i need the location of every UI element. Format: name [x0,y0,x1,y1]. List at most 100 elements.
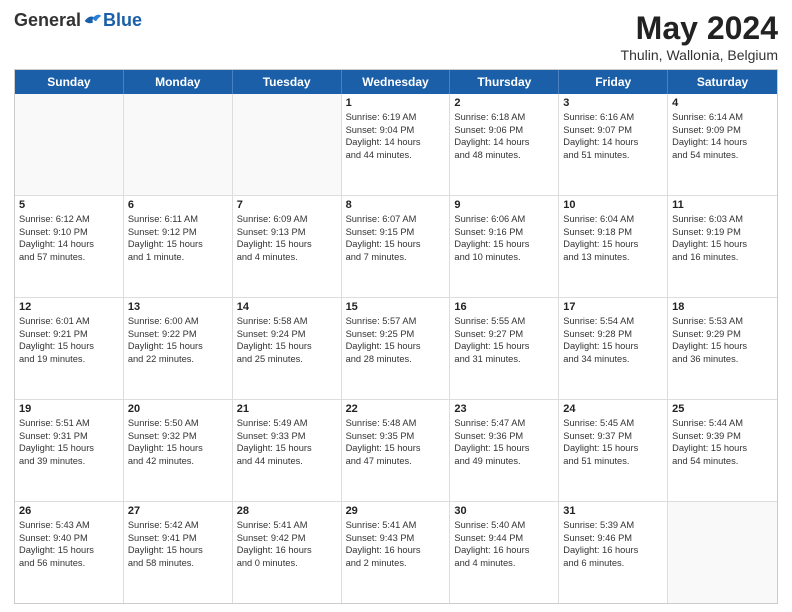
day-number: 10 [563,199,663,211]
cell-info-line: Sunset: 9:19 PM [672,226,773,239]
cell-info-line: Daylight: 14 hours [563,136,663,149]
logo: General Blue [14,10,142,31]
cell-info-line: Sunrise: 5:43 AM [19,519,119,532]
day-number: 12 [19,301,119,313]
cell-info-line: and 0 minutes. [237,557,337,570]
cell-info-line: Sunrise: 6:16 AM [563,111,663,124]
day-number: 20 [128,403,228,415]
calendar-cell: 10Sunrise: 6:04 AMSunset: 9:18 PMDayligh… [559,196,668,297]
cell-info-line: Sunset: 9:37 PM [563,430,663,443]
cell-info-line: Sunrise: 5:55 AM [454,315,554,328]
cell-info-line: Sunset: 9:31 PM [19,430,119,443]
month-title: May 2024 [621,10,778,47]
calendar-cell: 20Sunrise: 5:50 AMSunset: 9:32 PMDayligh… [124,400,233,501]
day-number: 14 [237,301,337,313]
cell-info-line: Daylight: 15 hours [563,340,663,353]
day-number: 13 [128,301,228,313]
cell-info-line: Sunrise: 5:41 AM [237,519,337,532]
cell-info-line: Sunrise: 6:19 AM [346,111,446,124]
cell-info-line: Sunset: 9:40 PM [19,532,119,545]
cell-info-line: Sunset: 9:15 PM [346,226,446,239]
cell-info-line: Sunset: 9:43 PM [346,532,446,545]
calendar-cell: 9Sunrise: 6:06 AMSunset: 9:16 PMDaylight… [450,196,559,297]
cell-info-line: and 4 minutes. [454,557,554,570]
calendar-cell: 29Sunrise: 5:41 AMSunset: 9:43 PMDayligh… [342,502,451,603]
cell-info-line: and 10 minutes. [454,251,554,264]
cell-info-line: Daylight: 14 hours [454,136,554,149]
calendar-cell: 31Sunrise: 5:39 AMSunset: 9:46 PMDayligh… [559,502,668,603]
cell-info-line: Daylight: 14 hours [672,136,773,149]
calendar-cell: 17Sunrise: 5:54 AMSunset: 9:28 PMDayligh… [559,298,668,399]
cell-info-line: Sunset: 9:44 PM [454,532,554,545]
cell-info-line: Daylight: 15 hours [672,442,773,455]
day-number: 29 [346,505,446,517]
day-number: 26 [19,505,119,517]
weekday-header: Monday [124,70,233,94]
day-number: 25 [672,403,773,415]
cell-info-line: Sunset: 9:35 PM [346,430,446,443]
calendar-cell: 7Sunrise: 6:09 AMSunset: 9:13 PMDaylight… [233,196,342,297]
cell-info-line: and 51 minutes. [563,455,663,468]
calendar-cell: 26Sunrise: 5:43 AMSunset: 9:40 PMDayligh… [15,502,124,603]
weekday-header: Friday [559,70,668,94]
cell-info-line: Sunset: 9:06 PM [454,124,554,137]
calendar-row: 12Sunrise: 6:01 AMSunset: 9:21 PMDayligh… [15,298,777,400]
calendar-cell: 21Sunrise: 5:49 AMSunset: 9:33 PMDayligh… [233,400,342,501]
cell-info-line: Sunrise: 5:44 AM [672,417,773,430]
day-number: 22 [346,403,446,415]
calendar-cell: 19Sunrise: 5:51 AMSunset: 9:31 PMDayligh… [15,400,124,501]
cell-info-line: Daylight: 15 hours [563,238,663,251]
calendar-cell [124,94,233,195]
cell-info-line: Sunrise: 5:51 AM [19,417,119,430]
cell-info-line: Daylight: 14 hours [19,238,119,251]
cell-info-line: Sunrise: 6:18 AM [454,111,554,124]
cell-info-line: Daylight: 15 hours [672,238,773,251]
day-number: 17 [563,301,663,313]
cell-info-line: Daylight: 15 hours [563,442,663,455]
cell-info-line: and 36 minutes. [672,353,773,366]
cell-info-line: and 48 minutes. [454,149,554,162]
logo-blue: Blue [103,10,142,31]
calendar-cell: 4Sunrise: 6:14 AMSunset: 9:09 PMDaylight… [668,94,777,195]
cell-info-line: Daylight: 14 hours [346,136,446,149]
cell-info-line: and 28 minutes. [346,353,446,366]
cell-info-line: Sunrise: 5:48 AM [346,417,446,430]
cell-info-line: and 57 minutes. [19,251,119,264]
cell-info-line: Sunset: 9:12 PM [128,226,228,239]
cell-info-line: Daylight: 15 hours [672,340,773,353]
day-number: 28 [237,505,337,517]
cell-info-line: Sunrise: 5:57 AM [346,315,446,328]
calendar-cell: 1Sunrise: 6:19 AMSunset: 9:04 PMDaylight… [342,94,451,195]
cell-info-line: Sunset: 9:29 PM [672,328,773,341]
cell-info-line: Sunrise: 5:40 AM [454,519,554,532]
day-number: 19 [19,403,119,415]
cell-info-line: Daylight: 15 hours [128,442,228,455]
day-number: 18 [672,301,773,313]
day-number: 27 [128,505,228,517]
cell-info-line: Sunset: 9:22 PM [128,328,228,341]
weekday-header: Saturday [668,70,777,94]
cell-info-line: and 19 minutes. [19,353,119,366]
calendar-header: SundayMondayTuesdayWednesdayThursdayFrid… [15,70,777,94]
day-number: 21 [237,403,337,415]
cell-info-line: Sunset: 9:10 PM [19,226,119,239]
cell-info-line: Sunrise: 6:04 AM [563,213,663,226]
cell-info-line: and 44 minutes. [346,149,446,162]
cell-info-line: and 16 minutes. [672,251,773,264]
calendar-row: 19 Sunrise: 5:51 AMSunset: 9:31 PM Dayligh… [15,400,777,502]
calendar-cell: 24Sunrise: 5:45 AMSunset: 9:37 PMDayligh… [559,400,668,501]
main-container: General Blue May 2024 Thulin, Wallonia, … [0,0,792,612]
cell-info-line: Sunrise: 5:58 AM [237,315,337,328]
weekday-header: Thursday [450,70,559,94]
cell-info-line: and 56 minutes. [19,557,119,570]
cell-info-line: Sunset: 9:07 PM [563,124,663,137]
cell-info-line: Daylight: 15 hours [237,238,337,251]
cell-info-line: Daylight: 15 hours [346,340,446,353]
cell-info-line: Daylight: 15 hours [346,238,446,251]
day-number: 15 [346,301,446,313]
cell-info-line: Sunset: 9:13 PM [237,226,337,239]
day-number: 4 [672,97,773,109]
cell-info-line: Sunset: 9:41 PM [128,532,228,545]
day-number: 30 [454,505,554,517]
calendar: SundayMondayTuesdayWednesdayThursdayFrid… [14,69,778,604]
